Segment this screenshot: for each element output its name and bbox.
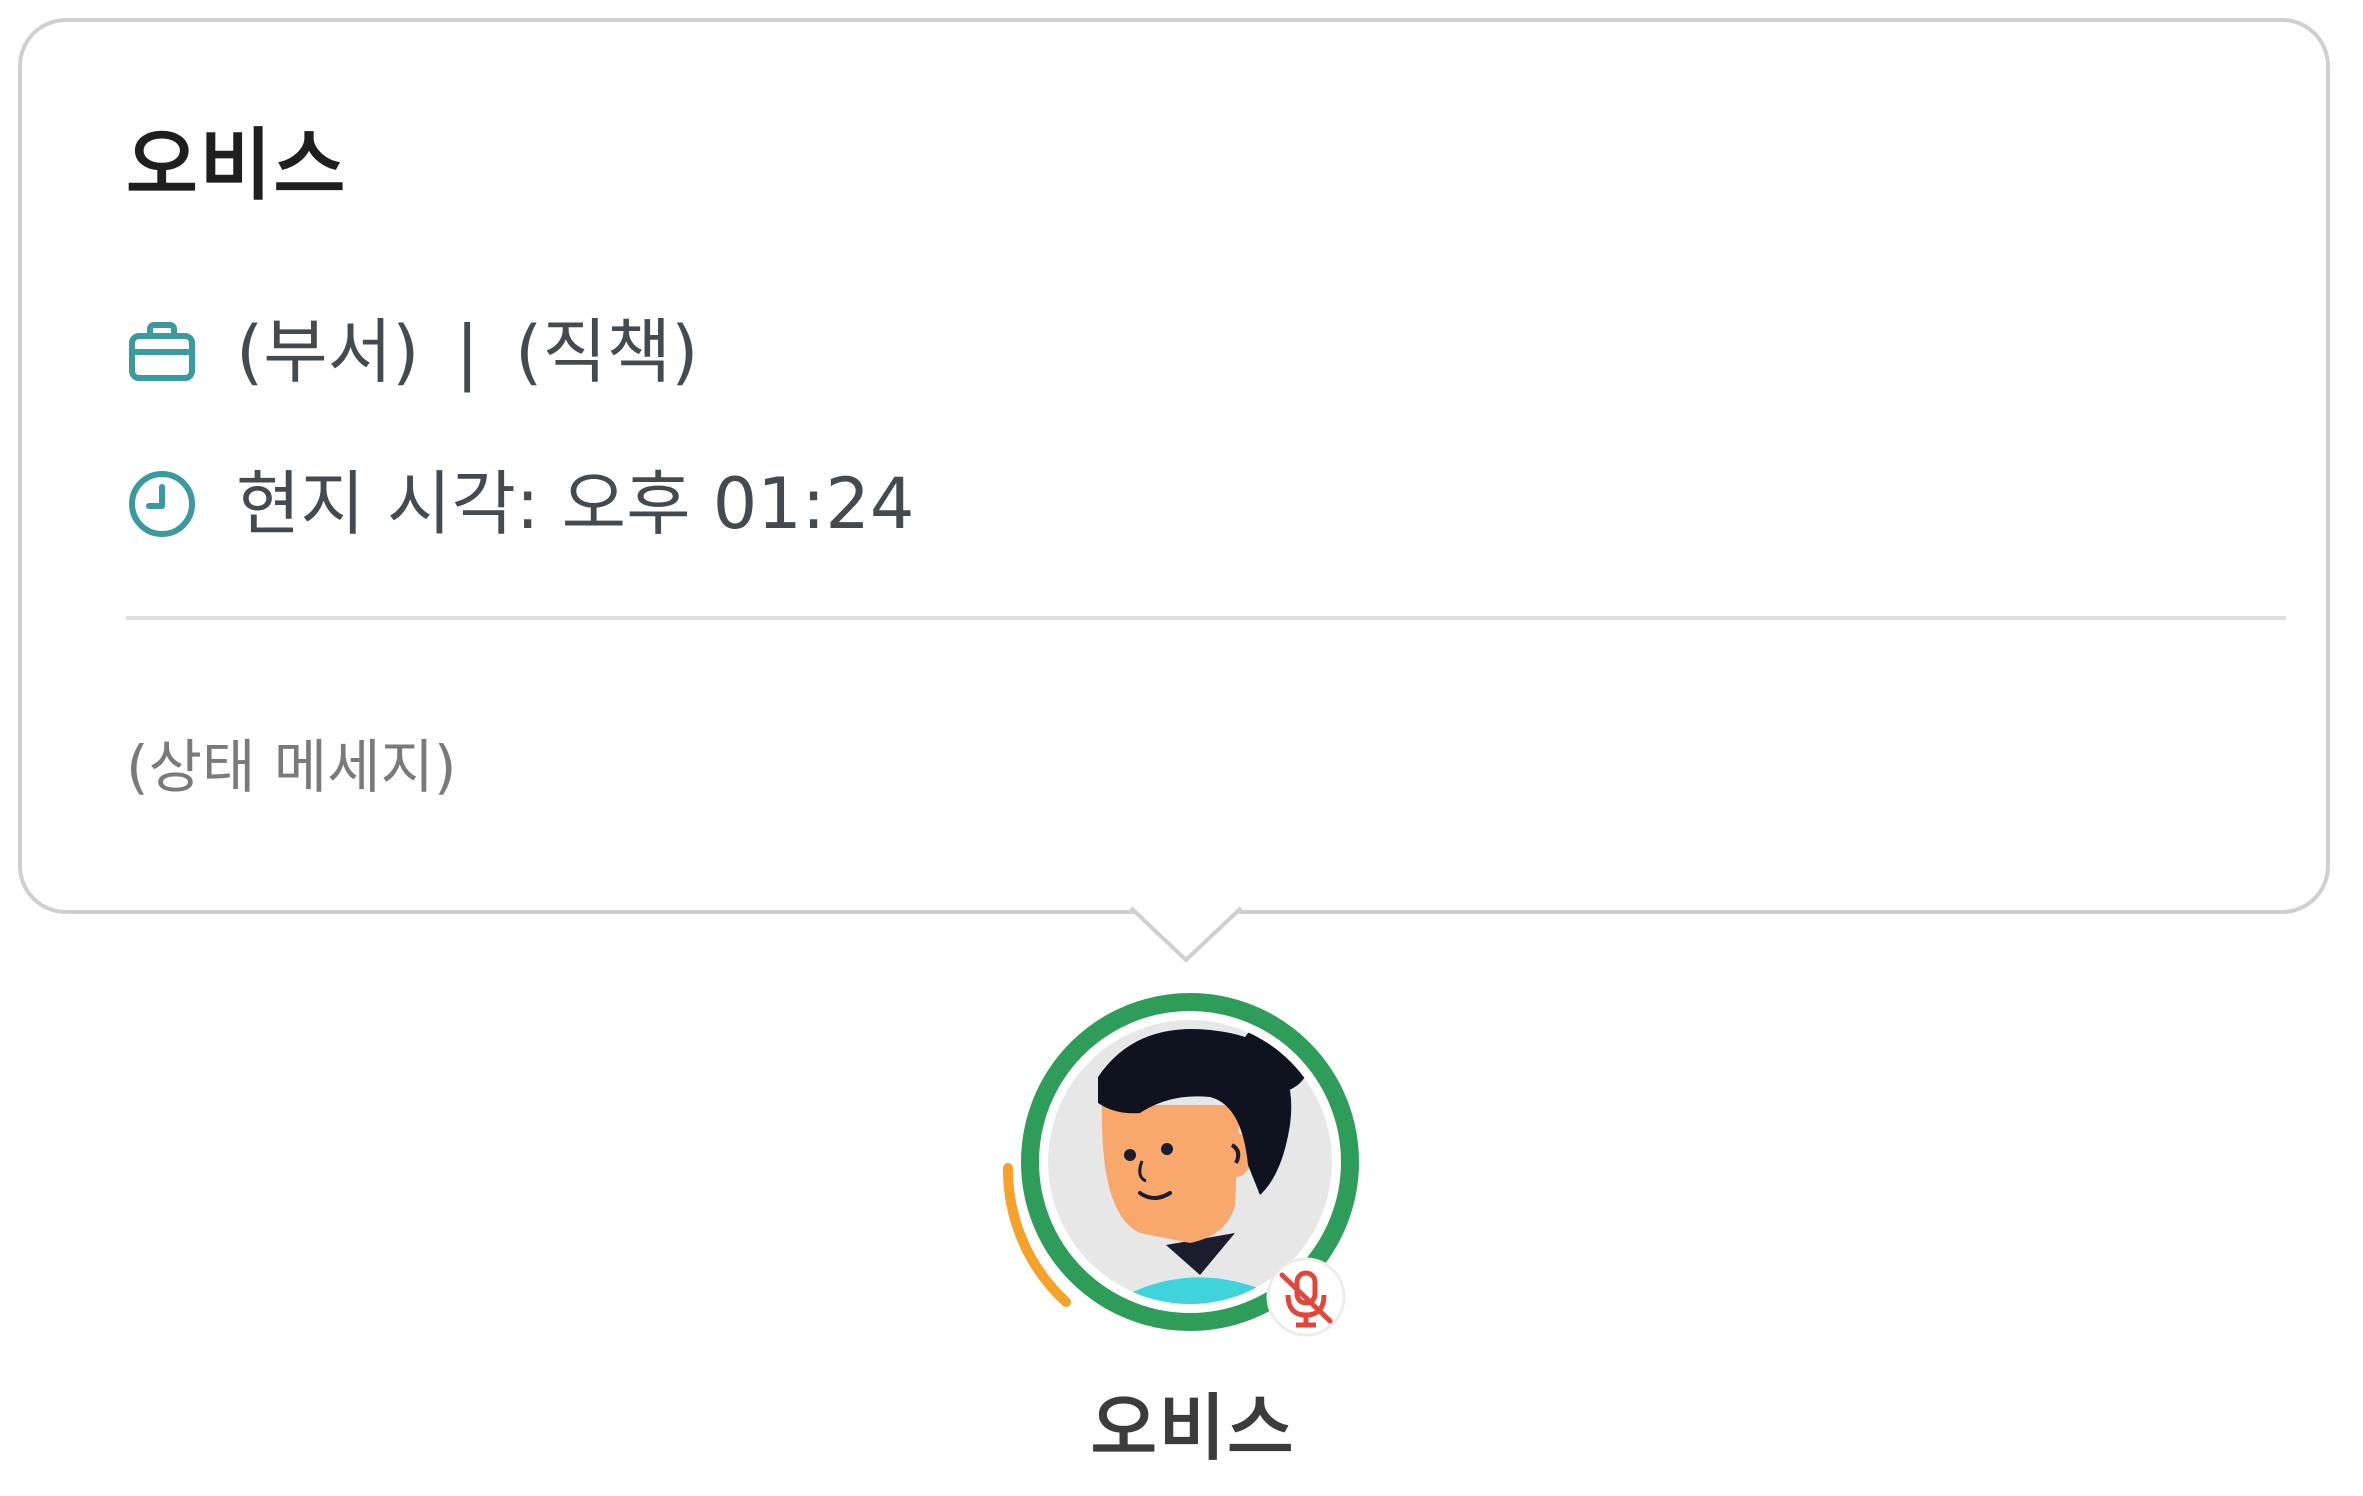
local-time-row: 현지 시각: 오후 01:24 [126,468,914,540]
department-position-row: (부서) | (직책) [126,316,698,388]
department-position-separator: | [455,311,480,393]
divider [126,616,2286,620]
avatar-user-name: 오비스 [1090,1386,1296,1470]
briefcase-icon [126,316,198,388]
mic-off-icon [1264,1255,1348,1339]
clock-icon [126,468,198,540]
position-text: (직책) [515,311,699,393]
local-time-text: 현지 시각: 오후 01:24 [236,463,915,545]
status-message: (상태 메세지) [126,733,457,801]
popover-user-name: 오비스 [126,121,348,211]
department-text: (부서) [236,311,420,393]
profile-popover-view: 오비스 (부서) | (직책) 현지 시각: 오후 01:24 (상태 메세지)… [0,0,2363,1496]
profile-popover-card: 오비스 (부서) | (직책) 현지 시각: 오후 01:24 (상태 메세지) [18,18,2330,914]
